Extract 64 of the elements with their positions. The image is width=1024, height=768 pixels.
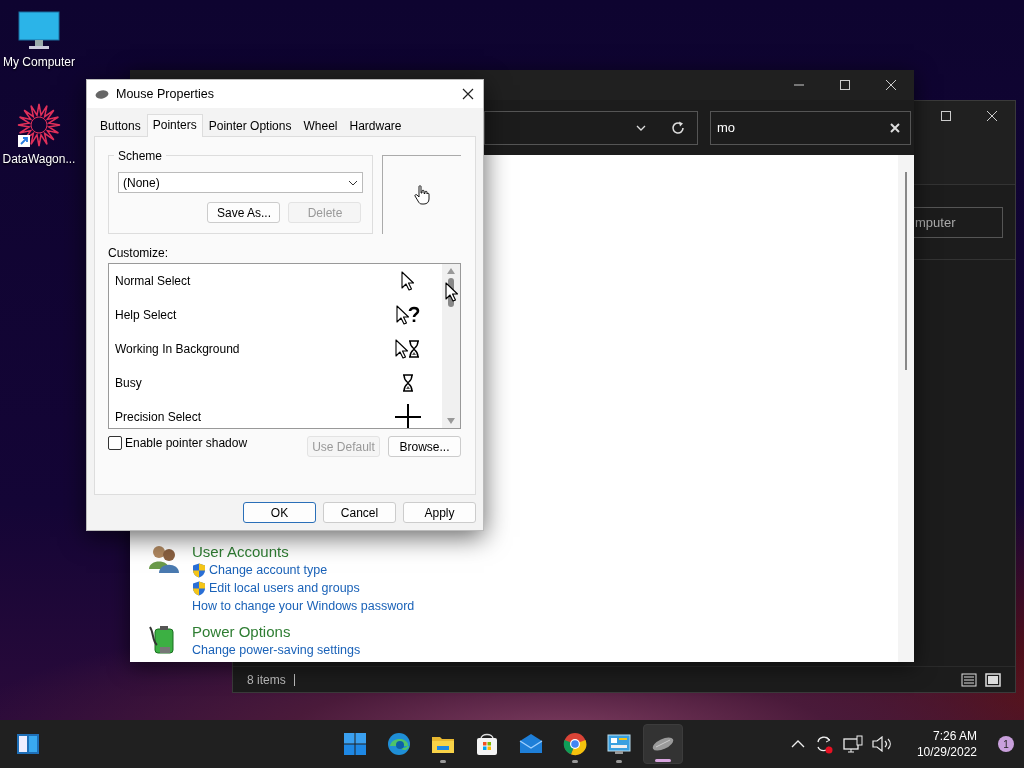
clock[interactable]: 7:26 AM 10/29/2022	[916, 728, 977, 760]
hand-pointer-icon	[414, 185, 431, 205]
hourglass-icon	[401, 373, 415, 393]
speaker-icon[interactable]	[871, 736, 892, 752]
starburst-shortcut-icon	[17, 103, 61, 149]
link[interactable]: Change power-saving settings	[192, 643, 361, 657]
help-cursor-icon	[395, 305, 421, 325]
link[interactable]: Change account type	[209, 563, 328, 577]
shopping-bag-icon	[475, 732, 499, 756]
button[interactable]: OK	[243, 502, 316, 523]
mouse-icon	[95, 89, 109, 99]
tab[interactable]: Pointers	[146, 114, 203, 137]
section-title[interactable]: User Accounts	[192, 543, 415, 561]
close-icon[interactable]	[883, 77, 899, 93]
mouse-pointer-icon	[445, 282, 459, 302]
list-item[interactable]: Busy	[115, 376, 142, 390]
search-field[interactable]: mo	[710, 110, 911, 145]
maximize-icon[interactable]	[837, 77, 853, 93]
notification-badge[interactable]: 1	[998, 736, 1014, 752]
scheme-dropdown[interactable]: (None)	[118, 172, 364, 193]
link[interactable]: How to change your Windows password	[192, 599, 415, 613]
scrollbar-thumb[interactable]	[905, 172, 907, 370]
people-icon	[148, 543, 180, 575]
browser-icon	[387, 732, 411, 756]
section-label: Customize:	[108, 246, 170, 262]
refresh-icon[interactable]	[671, 120, 685, 135]
details-view-icon[interactable]	[961, 671, 977, 688]
checkbox-label[interactable]: Enable pointer shadow	[125, 436, 248, 450]
close-icon[interactable]	[984, 108, 1000, 124]
section-title[interactable]: Power Options	[192, 623, 361, 641]
button[interactable]: Cancel	[323, 502, 396, 523]
arrow-cursor-icon	[401, 271, 415, 291]
pointer-list[interactable]: Normal Select Help Select Working In Background Busy Precision Select	[108, 263, 461, 429]
button[interactable]: Browse...	[388, 436, 461, 457]
link[interactable]: Edit local users and groups	[209, 581, 360, 595]
widgets-icon[interactable]	[16, 733, 40, 755]
maximize-icon[interactable]	[938, 108, 954, 124]
icon-label[interactable]: My Computer	[3, 55, 75, 69]
busy-arrow-cursor-icon	[395, 339, 421, 359]
close-icon[interactable]	[461, 87, 475, 101]
taskbar-button[interactable]	[643, 724, 683, 764]
crosshair-icon	[395, 404, 421, 428]
item-count: 8 items	[247, 672, 286, 687]
network-icon[interactable]	[842, 735, 863, 753]
tiles-view-icon[interactable]	[985, 671, 1001, 688]
monitor-icon	[17, 10, 61, 52]
list-item[interactable]: Working In Background	[115, 342, 240, 356]
clear-icon[interactable]	[889, 121, 901, 134]
envelope-icon	[519, 732, 543, 756]
button[interactable]: Save As...	[207, 202, 281, 223]
control-panel-icon	[607, 732, 631, 756]
checkbox[interactable]	[108, 436, 122, 450]
list-item[interactable]: Help Select	[115, 308, 177, 322]
dialog-title: Mouse Properties	[116, 87, 215, 101]
icon-label[interactable]: DataWagon...	[2, 152, 76, 166]
clock-date: 10/29/2022	[916, 744, 977, 760]
button[interactable]: Apply	[403, 502, 476, 523]
chevron-up-icon[interactable]	[790, 739, 805, 749]
list-item[interactable]: Precision Select	[115, 410, 202, 424]
group-label: Scheme	[114, 149, 167, 163]
clock-time: 7:26 AM	[932, 728, 977, 744]
windows-logo-icon	[343, 732, 367, 756]
scrollbar[interactable]	[898, 155, 914, 662]
list-item[interactable]: Normal Select	[115, 274, 191, 288]
